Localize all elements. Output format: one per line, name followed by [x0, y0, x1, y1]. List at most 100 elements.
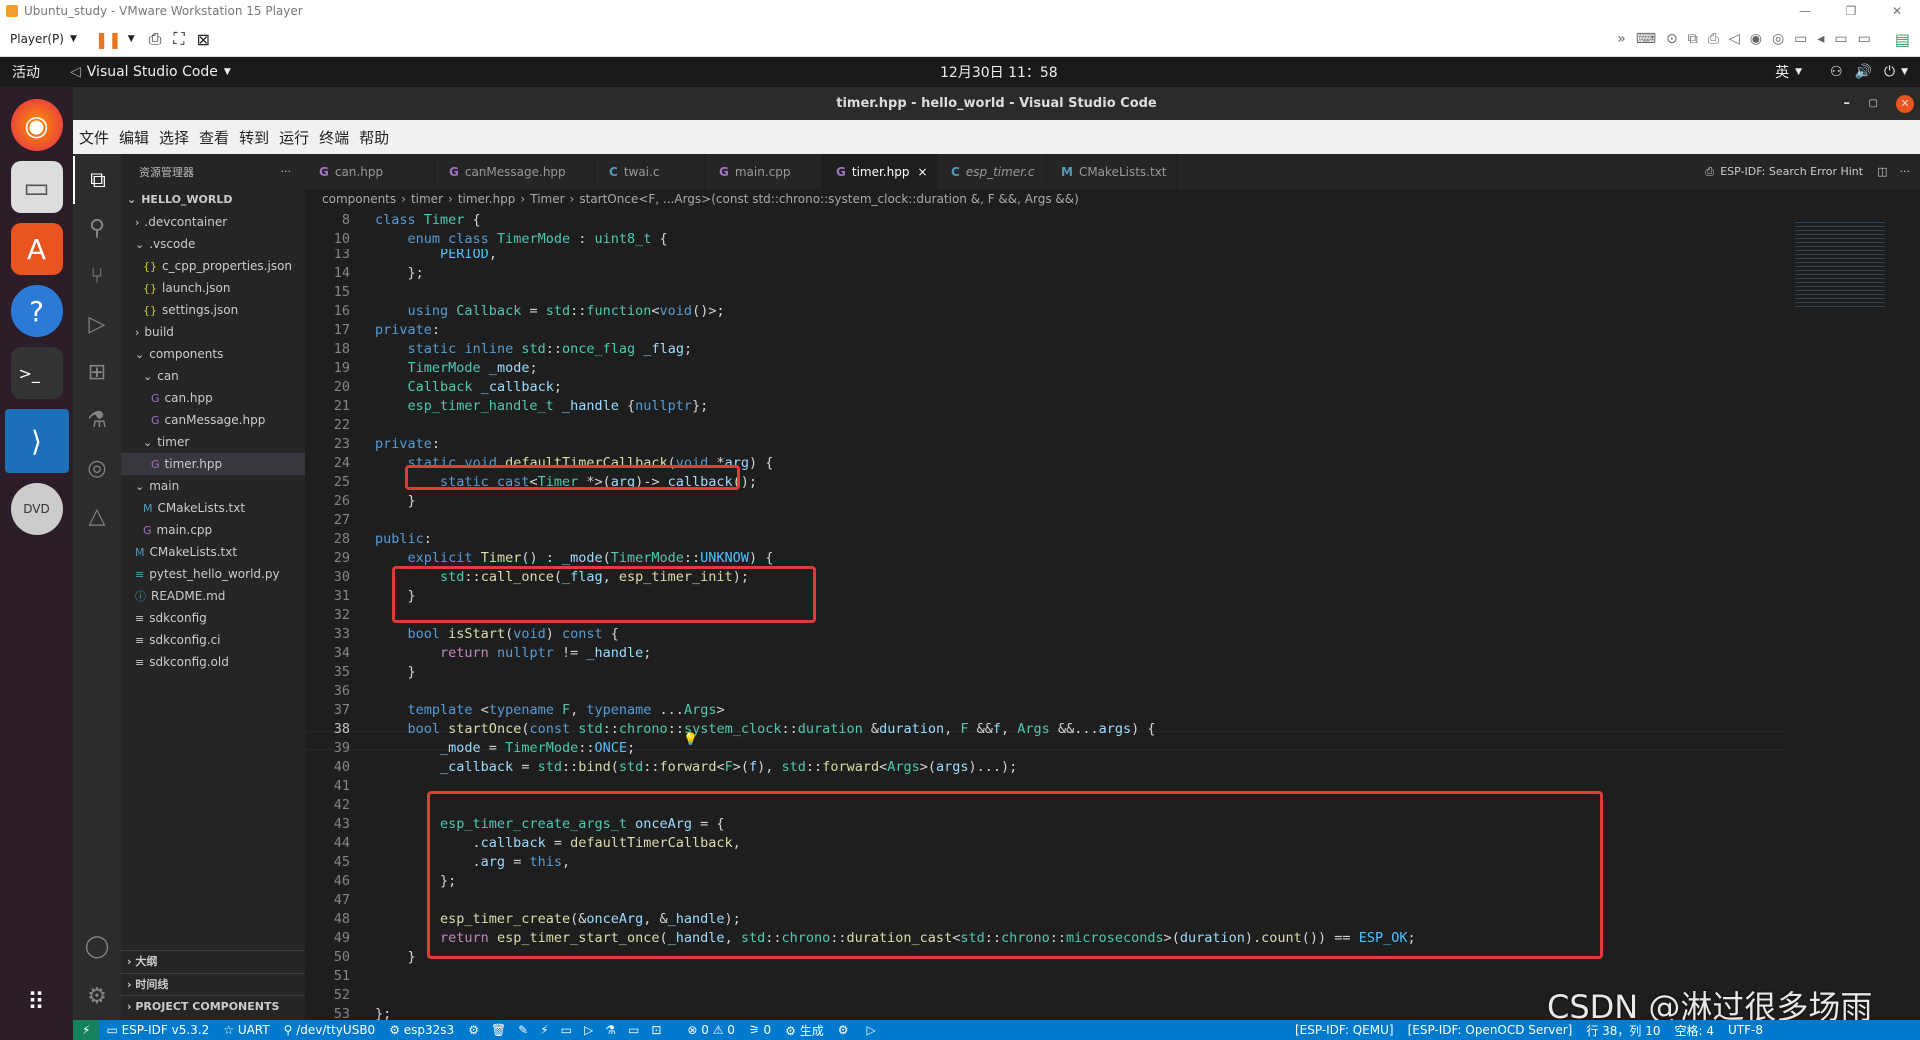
- code-line[interactable]: 40 _callback = std::bind(std::forward<F>…: [305, 758, 1785, 777]
- device-icons[interactable]: »⌨⊙⧉⎙◁◉◎▭◂▭▭: [1617, 31, 1881, 47]
- code-line[interactable]: 39 _mode = TimerMode::ONCE;: [305, 739, 1785, 758]
- input-method[interactable]: 英: [1775, 62, 1789, 82]
- vsc-close-icon[interactable]: ✕: [1896, 94, 1914, 113]
- code-line[interactable]: 20 Callback _callback;: [305, 378, 1785, 397]
- menu-terminal[interactable]: 终端: [319, 127, 349, 148]
- vsc-restore-icon[interactable]: ▢: [1869, 98, 1878, 109]
- tree-file[interactable]: ≡ sdkconfig.old: [121, 651, 305, 673]
- problems-indicator[interactable]: ⊗ 0 ⚠ 0: [680, 1023, 742, 1037]
- close-icon[interactable]: ✕: [1874, 4, 1920, 18]
- network-icon[interactable]: ⚇: [1830, 64, 1843, 80]
- source-control-icon[interactable]: ⑂: [73, 252, 121, 300]
- breadcrumb-item[interactable]: timer.hpp: [458, 192, 516, 206]
- chevron-down-icon[interactable]: ▼: [224, 67, 231, 77]
- qemu-status[interactable]: [ESP-IDF: QEMU]: [1288, 1023, 1401, 1037]
- code-line[interactable]: 34 return nullptr != _handle;: [305, 644, 1785, 663]
- tab-twai-c[interactable]: Ctwai.c: [595, 154, 705, 189]
- menu-file[interactable]: 文件: [79, 127, 109, 148]
- tree-folder[interactable]: › .devcontainer: [121, 211, 305, 233]
- activities-button[interactable]: 活动: [12, 62, 40, 82]
- tree-file[interactable]: ≡ sdkconfig.ci: [121, 629, 305, 651]
- volume-icon[interactable]: 🔊: [1855, 64, 1872, 80]
- ports-indicator[interactable]: ⚞ 0: [742, 1023, 778, 1037]
- vsc-minimize-icon[interactable]: –: [1844, 96, 1851, 111]
- cmake-icon[interactable]: △: [73, 492, 121, 540]
- idf-action-icons[interactable]: ⚙🗑✎⚡▭▷⚗▭⊡: [461, 1023, 680, 1037]
- tree-file[interactable]: ≡ pytest_hello_world.py: [121, 563, 305, 585]
- tree-file[interactable]: {} launch.json: [121, 277, 305, 299]
- chevron-down-icon[interactable]: ▼: [70, 34, 77, 44]
- scrollbar[interactable]: [1906, 209, 1920, 1020]
- menu-run[interactable]: 运行: [279, 127, 309, 148]
- unity-icon[interactable]: ⊠: [197, 30, 210, 49]
- outline-panel[interactable]: › 大纲: [121, 951, 305, 973]
- code-line[interactable]: 23 private:: [305, 435, 1785, 454]
- tree-file[interactable]: M CMakeLists.txt: [121, 497, 305, 519]
- menu-help[interactable]: 帮助: [359, 127, 389, 148]
- remote-indicator[interactable]: ⚡: [73, 1020, 100, 1040]
- code-line[interactable]: 16 using Callback = std::function<void()…: [305, 302, 1785, 321]
- code-line[interactable]: 38 bool startOnce(const std::chrono::sys…: [305, 720, 1785, 739]
- tab-esp-timer-c[interactable]: Cesp_timer.c: [937, 154, 1047, 189]
- show-apps-icon[interactable]: ⠿: [10, 976, 62, 1028]
- target-chip[interactable]: ⚙ esp32s3: [382, 1023, 461, 1037]
- project-components-panel[interactable]: › PROJECT COMPONENTS: [121, 995, 305, 1017]
- tree-file[interactable]: ≡ sdkconfig: [121, 607, 305, 629]
- more-actions-icon[interactable]: ···: [281, 165, 292, 178]
- tree-file[interactable]: {} settings.json: [121, 299, 305, 321]
- restore-icon[interactable]: ❐: [1828, 4, 1874, 18]
- code-line[interactable]: 36: [305, 682, 1785, 701]
- tree-folder[interactable]: ⌄ timer: [121, 431, 305, 453]
- tree-file[interactable]: ⓘ README.md: [121, 585, 305, 607]
- code-line[interactable]: 35 }: [305, 663, 1785, 682]
- minimap[interactable]: [1785, 209, 1920, 1020]
- vscode-dock-icon[interactable]: ⟩: [4, 409, 69, 473]
- code-line[interactable]: 33 bool isStart(void) const {: [305, 625, 1785, 644]
- breadcrumb-item[interactable]: components: [322, 192, 396, 206]
- openocd-status[interactable]: [ESP-IDF: OpenOCD Server]: [1401, 1023, 1580, 1037]
- explorer-icon[interactable]: ⧉: [73, 156, 121, 204]
- breadcrumb-item[interactable]: timer: [411, 192, 443, 206]
- code-line[interactable]: 14 };: [305, 264, 1785, 283]
- tree-folder[interactable]: ⌄ can: [121, 365, 305, 387]
- minimize-icon[interactable]: —: [1782, 4, 1828, 18]
- tree-folder[interactable]: ⌄ HELLO_WORLD: [121, 189, 305, 211]
- breadcrumb-item[interactable]: startOnce<F, ...Args>(const std::chrono:…: [579, 192, 1078, 206]
- tree-folder[interactable]: ⌄ components: [121, 343, 305, 365]
- encoding[interactable]: UTF-8: [1721, 1023, 1770, 1037]
- code-line[interactable]: 37 template <typename F, typename ...Arg…: [305, 701, 1785, 720]
- tree-file[interactable]: Gcan.hpp: [121, 387, 305, 409]
- code-line[interactable]: 19 TimerMode _mode;: [305, 359, 1785, 378]
- code-line[interactable]: 15: [305, 283, 1785, 302]
- code-line[interactable]: 27: [305, 511, 1785, 530]
- chevron-down-icon[interactable]: ▼: [128, 34, 135, 44]
- tree-folder[interactable]: ⌄ main: [121, 475, 305, 497]
- esp-idf-search-hint[interactable]: ESP-IDF: Search Error Hint: [1720, 165, 1863, 178]
- account-icon[interactable]: ◯: [73, 922, 121, 970]
- menu-go[interactable]: 转到: [239, 127, 269, 148]
- menu-edit[interactable]: 编辑: [119, 127, 149, 148]
- fullscreen-icon[interactable]: ⛶: [173, 29, 184, 49]
- run-debug-icon[interactable]: ▷: [73, 300, 121, 348]
- code-line[interactable]: 22: [305, 416, 1785, 435]
- dvd-icon[interactable]: DVD: [10, 483, 63, 535]
- pause-icon[interactable]: ❚❚: [95, 30, 122, 49]
- uart-mode[interactable]: ☆ UART: [216, 1023, 276, 1037]
- gear-icon[interactable]: ⚙: [73, 972, 121, 1020]
- tree-file[interactable]: GcanMessage.hpp: [121, 409, 305, 431]
- more-actions-icon[interactable]: ···: [1900, 165, 1911, 178]
- code-line[interactable]: 28 public:: [305, 530, 1785, 549]
- close-icon[interactable]: ×: [917, 165, 927, 179]
- breadcrumb-item[interactable]: Timer: [530, 192, 564, 206]
- tab-timer-hpp[interactable]: Gtimer.hpp ×: [822, 154, 937, 189]
- help-icon[interactable]: ?: [10, 285, 63, 337]
- tree-file[interactable]: Gmain.cpp: [121, 519, 305, 541]
- player-menu[interactable]: Player(P): [10, 32, 64, 46]
- debug-icons[interactable]: ⚙▷: [831, 1023, 901, 1037]
- code-line[interactable]: 26 }: [305, 492, 1785, 511]
- chevron-down-icon[interactable]: ▼: [1795, 67, 1802, 77]
- firefox-icon[interactable]: ◉: [10, 99, 63, 151]
- timeline-panel[interactable]: › 时间线: [121, 973, 305, 995]
- code-line[interactable]: 8 class Timer {: [305, 211, 1785, 230]
- tab-cmakelists-txt[interactable]: M CMakeLists.txt: [1047, 154, 1177, 189]
